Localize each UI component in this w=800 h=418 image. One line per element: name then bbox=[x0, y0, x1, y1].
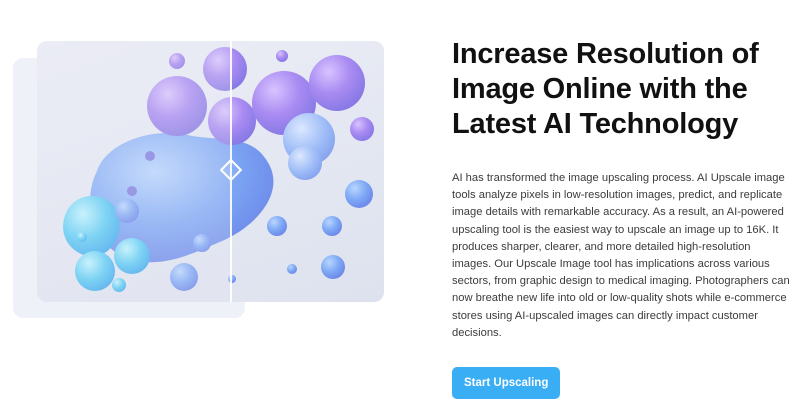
before-image-pane bbox=[37, 41, 231, 302]
hero-description: AI has transformed the image upscaling p… bbox=[452, 172, 790, 339]
page-title: Increase Resolution of Image Online with… bbox=[452, 38, 759, 140]
start-upscaling-button[interactable]: Start Upscaling bbox=[452, 367, 561, 400]
before-after-comparison[interactable] bbox=[37, 41, 384, 302]
upscale-section: Increase Resolution of Image Online with… bbox=[0, 0, 800, 418]
hero-content: Increase Resolution of Image Online with… bbox=[452, 37, 792, 400]
